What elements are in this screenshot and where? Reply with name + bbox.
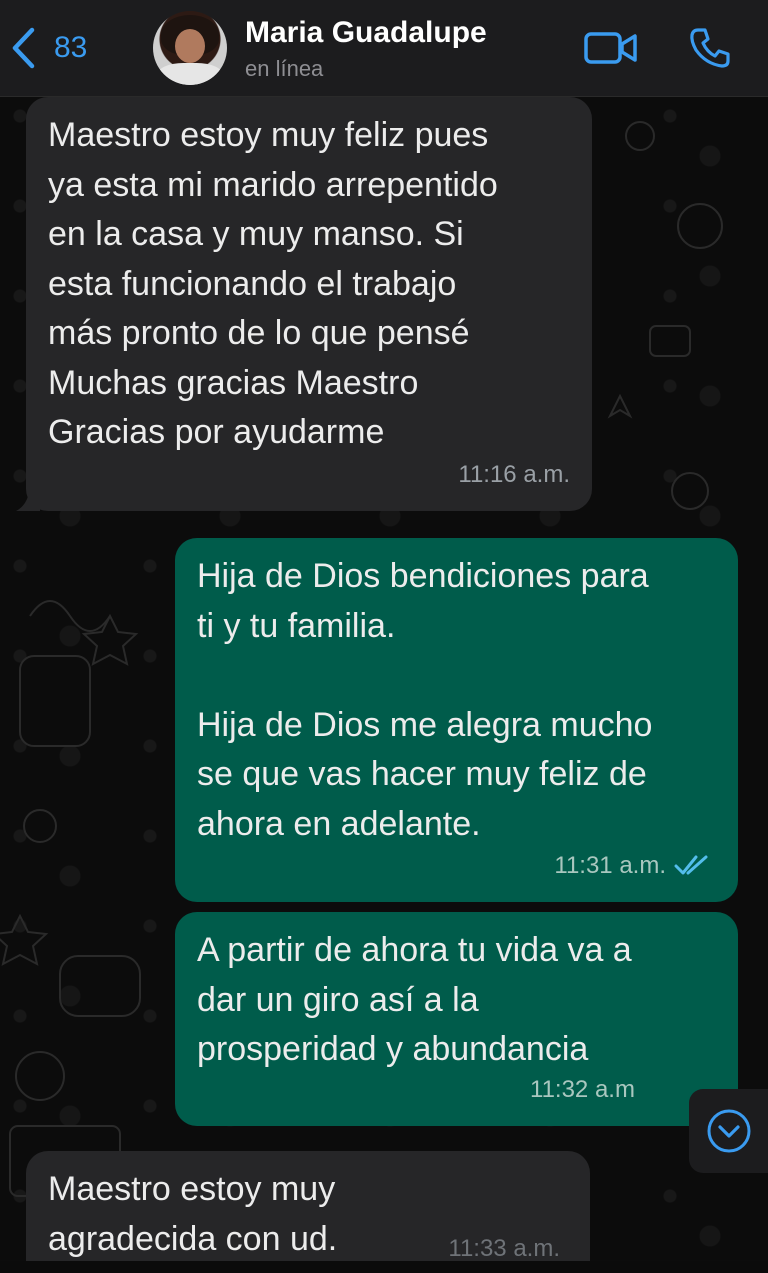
message-text: Hija de Dios bendiciones para ti y tu fa… — [197, 552, 652, 849]
chat-header: 83 Maria Guadalupe en línea — [0, 0, 768, 97]
bubble-tail — [16, 487, 40, 511]
unread-count: 83 — [54, 31, 87, 65]
contact-name[interactable]: Maria Guadalupe — [245, 16, 487, 50]
message-time: 11:33 a.m. — [448, 1224, 560, 1273]
double-check-icon — [674, 854, 710, 876]
message-text: Maestro estoy muy feliz pues ya esta mi … — [48, 111, 498, 458]
message-bubble-incoming[interactable]: Maestro estoy muy agradecida con ud. 11:… — [26, 1151, 590, 1261]
chevron-left-icon — [10, 27, 36, 69]
message-time: 11:31 a.m. — [554, 841, 666, 891]
message-bubble-incoming[interactable]: Maestro estoy muy feliz pues ya esta mi … — [26, 97, 592, 511]
message-bubble-outgoing[interactable]: Hija de Dios bendiciones para ti y tu fa… — [175, 538, 738, 902]
message-text: Maestro estoy muy agradecida con ud. — [48, 1165, 337, 1264]
message-bubble-outgoing[interactable]: A partir de ahora tu vida va a dar un gi… — [175, 912, 738, 1126]
back-button[interactable]: 83 — [10, 24, 87, 72]
scroll-to-bottom-button[interactable] — [689, 1089, 768, 1173]
message-text: A partir de ahora tu vida va a dar un gi… — [197, 926, 632, 1075]
avatar[interactable] — [153, 11, 227, 85]
message-time: 11:32 a.m — [530, 1065, 635, 1115]
video-camera-icon[interactable] — [584, 30, 638, 66]
contact-status: en línea — [245, 56, 323, 82]
message-time: 11:16 a.m. — [458, 450, 570, 500]
chevron-down-circle-icon — [706, 1108, 752, 1154]
phone-icon[interactable] — [688, 26, 732, 70]
